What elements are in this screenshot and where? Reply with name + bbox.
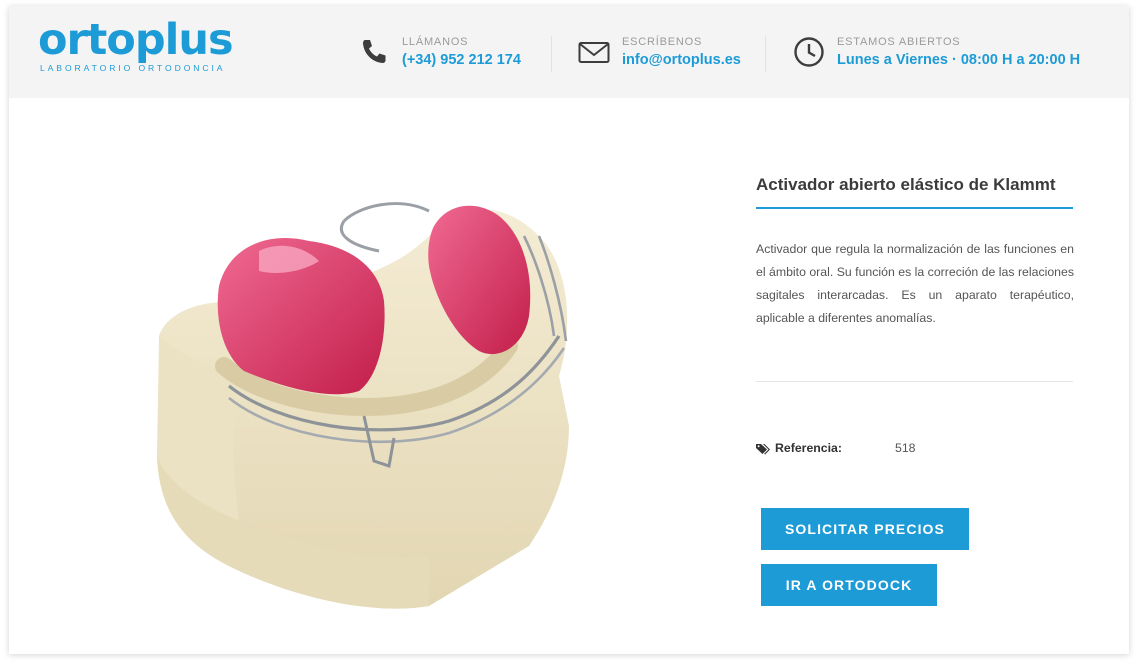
logo-wordmark: ortoplus <box>38 15 234 65</box>
clock-icon <box>794 37 824 67</box>
logo[interactable]: ortoplus LABORATORIO ORTODONCIA <box>38 17 238 73</box>
go-to-ortodock-button[interactable]: IR A ORTODOCK <box>761 564 937 606</box>
page-frame: ortoplus LABORATORIO ORTODONCIA LLÁMANOS… <box>9 6 1129 654</box>
product-info: Activador abierto elástico de Klammt Act… <box>756 174 1074 606</box>
reference-value: 518 <box>895 441 916 455</box>
product-description: Activador que regula la normalización de… <box>756 242 1074 325</box>
reference-row: Referencia: 518 <box>756 441 1073 459</box>
envelope-icon <box>578 42 610 63</box>
logo-tagline: LABORATORIO ORTODONCIA <box>40 63 226 73</box>
phone-icon <box>363 40 386 63</box>
contact-phone[interactable]: LLÁMANOS (+34) 952 212 174 <box>358 36 538 76</box>
phone-label: LLÁMANOS <box>402 36 469 48</box>
hours-value: Lunes a Viernes · 08:00 H a 20:00 H <box>837 52 1081 68</box>
tags-icon <box>756 444 770 455</box>
email-value[interactable]: info@ortoplus.es <box>622 52 741 68</box>
contact-hours: ESTAMOS ABIERTOS Lunes a Viernes · 08:00… <box>793 36 1093 76</box>
contact-email[interactable]: ESCRÍBENOS info@ortoplus.es <box>578 36 758 76</box>
phone-value[interactable]: (+34) 952 212 174 <box>402 52 521 68</box>
title-underline <box>756 207 1073 209</box>
product-image <box>157 202 569 609</box>
request-prices-button[interactable]: SOLICITAR PRECIOS <box>761 508 969 550</box>
divider <box>756 381 1073 382</box>
hours-label: ESTAMOS ABIERTOS <box>837 36 961 48</box>
divider <box>551 36 552 72</box>
site-header: ortoplus LABORATORIO ORTODONCIA LLÁMANOS… <box>9 6 1129 98</box>
divider <box>765 36 766 72</box>
product-title: Activador abierto elástico de Klammt <box>756 175 1056 194</box>
reference-label: Referencia: <box>775 441 842 455</box>
email-label: ESCRÍBENOS <box>622 36 703 48</box>
